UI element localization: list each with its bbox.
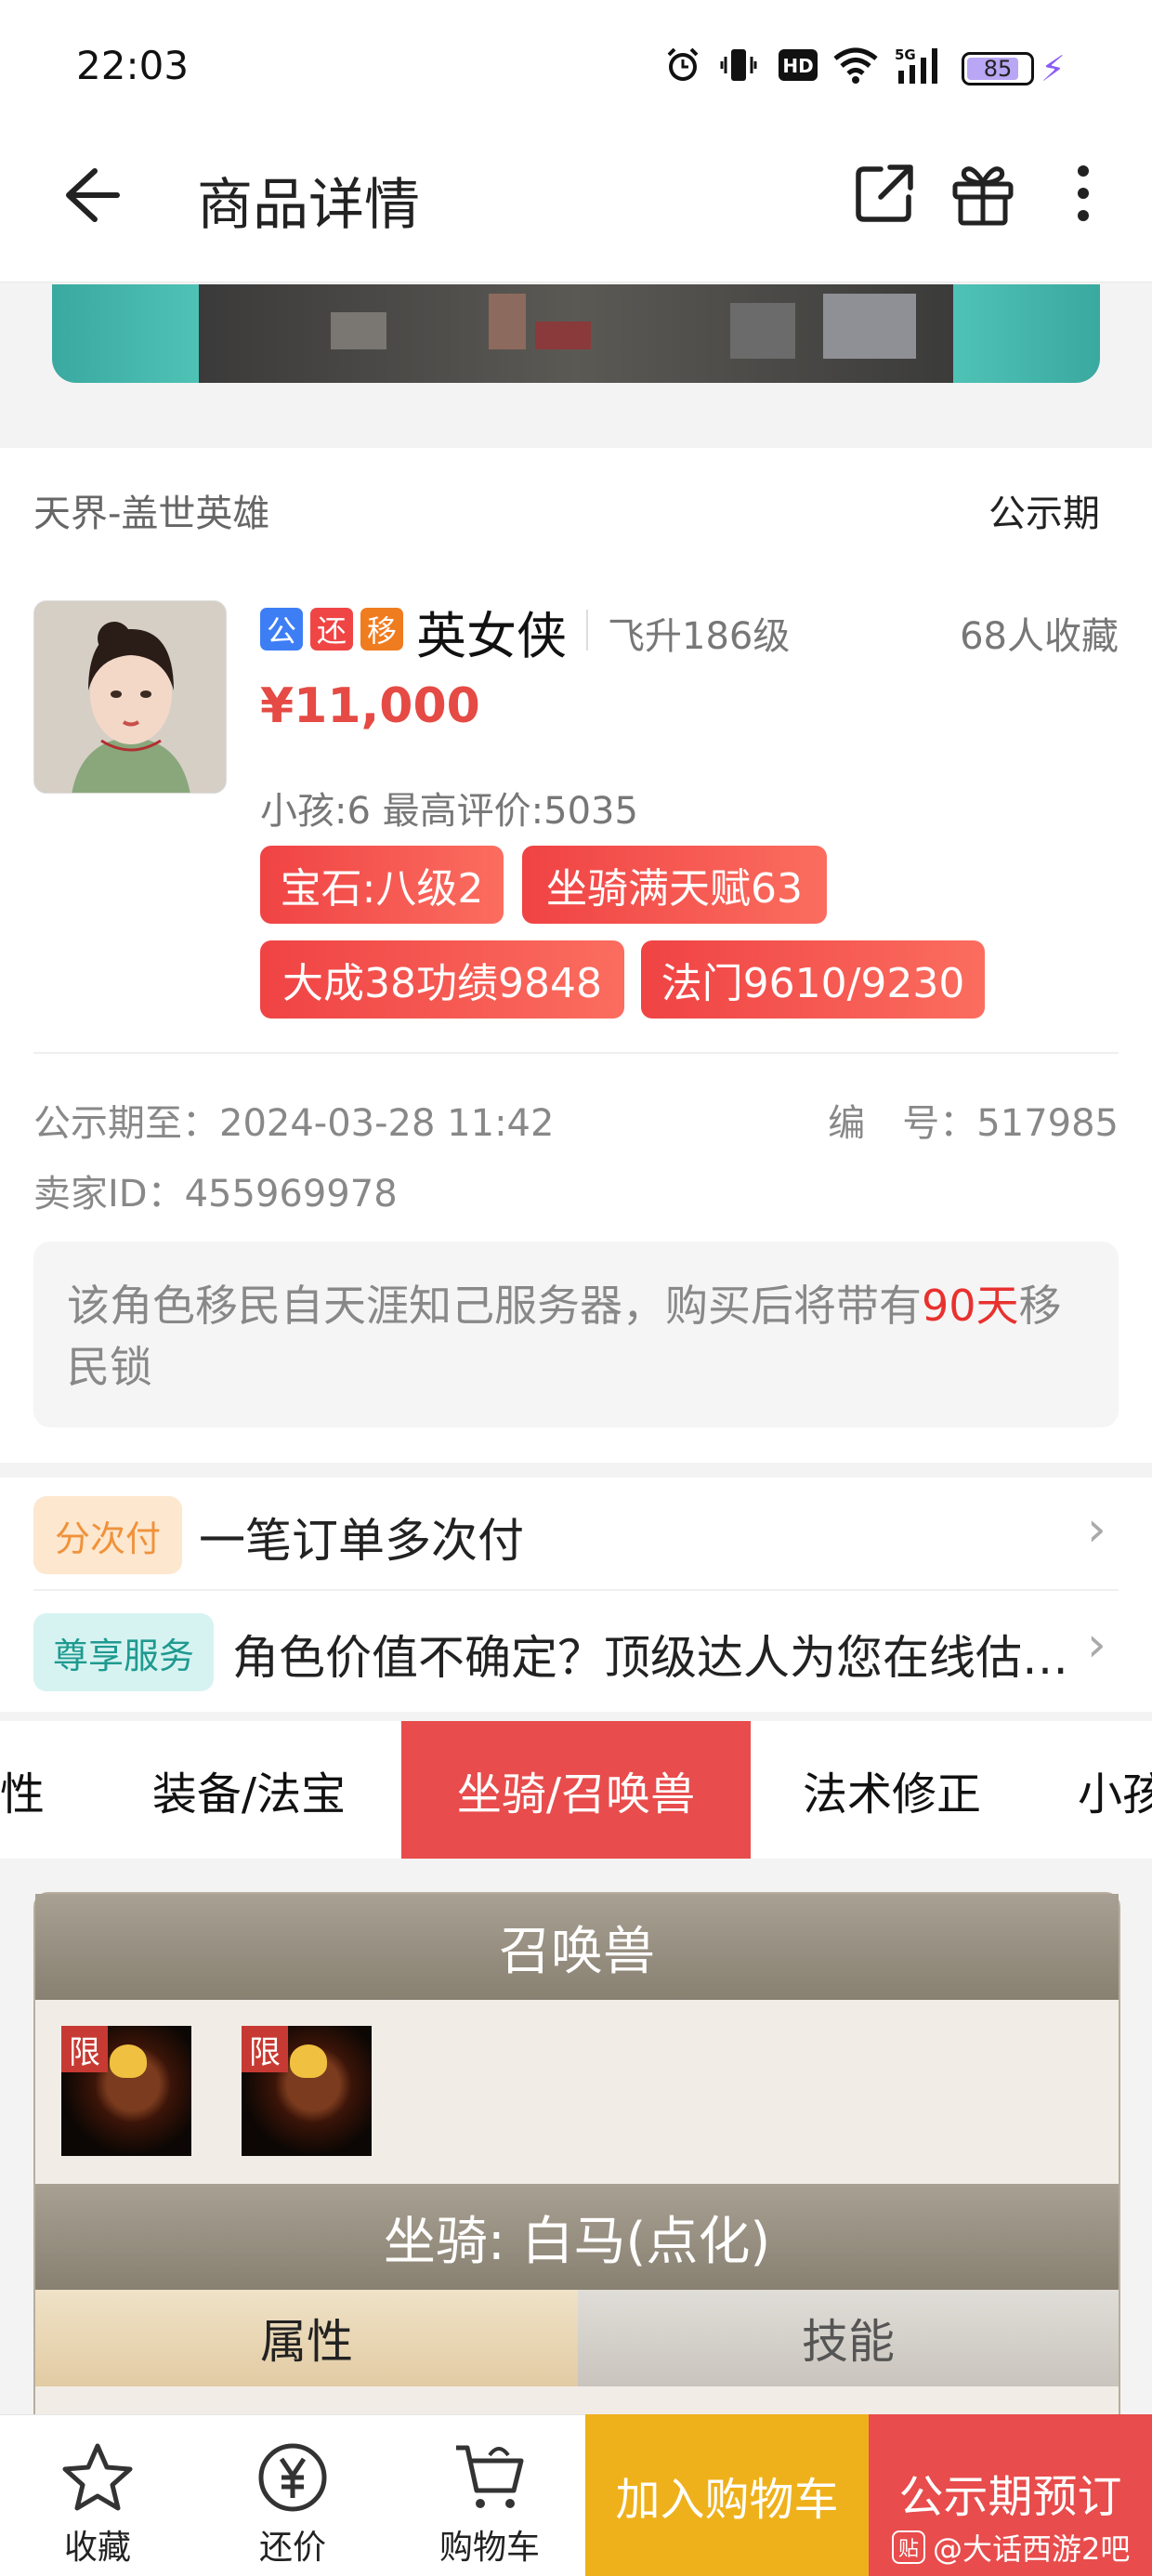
battery-indicator: 85 [962, 52, 1034, 85]
product-banner-image[interactable] [52, 284, 1100, 383]
charging-icon: ⚡ [1041, 48, 1066, 89]
premium-service-badge: 尊享服务 [33, 1613, 214, 1691]
tab-attributes[interactable]: 性 [0, 1721, 56, 1859]
svg-text:5G: 5G [895, 46, 916, 63]
character-avatar[interactable] [33, 600, 227, 794]
installment-text: 一笔订单多次付 [199, 1514, 524, 1568]
listing-status: 公示期 [988, 493, 1100, 535]
vibrate-icon [719, 45, 758, 85]
chevron-right-icon: › [1087, 1502, 1106, 1557]
share-button[interactable] [853, 162, 916, 225]
tieba-icon: 贴 [892, 2530, 925, 2564]
watermark: 贴 @大话西游2吧 [892, 2526, 1130, 2569]
favorite-button[interactable]: 收藏 [19, 2414, 177, 2576]
tab-equipment[interactable]: 装备/法宝 [121, 1721, 377, 1859]
promo-divider [33, 1589, 1119, 1591]
limit-badge: 限 [61, 2026, 108, 2072]
tag-migrated: 移 [360, 608, 403, 651]
subtab-attributes[interactable]: 属性 [35, 2290, 578, 2386]
section-divider [33, 1052, 1119, 1054]
star-icon [60, 2440, 135, 2515]
price: ¥11,000 [260, 678, 480, 734]
listing-number: 编 号：517985 [828, 1102, 1119, 1145]
svg-text:HD: HD [782, 55, 813, 77]
subtab-skills[interactable]: 技能 [578, 2290, 1119, 2386]
mount-header: 坐骑: 白马(点化) [35, 2184, 1119, 2290]
character-name: 英女侠 [416, 607, 567, 665]
pet-thumbnail[interactable]: 限 [242, 2026, 372, 2156]
character-stats: 小孩:6 最高评价:5035 [260, 790, 638, 833]
chevron-right-icon: › [1087, 1617, 1106, 1673]
tag-bargain: 还 [310, 608, 353, 651]
pets-header: 召唤兽 [35, 1894, 1119, 2000]
pet-thumbnail[interactable]: 限 [61, 2026, 191, 2156]
tab-mounts-pets[interactable]: 坐骑/召唤兽 [401, 1721, 751, 1859]
favorite-label: 收藏 [63, 2529, 131, 2567]
tag-public: 公 [260, 608, 303, 651]
hd-icon: HD [777, 45, 819, 85]
cart-label: 购物车 [439, 2529, 540, 2567]
add-to-cart-button[interactable]: 加入购物车 [585, 2414, 869, 2576]
pet-figure [290, 2044, 327, 2078]
installment-badge: 分次付 [33, 1496, 182, 1574]
watermark-text: @大话西游2吧 [933, 2531, 1131, 2567]
appraisal-text: 角色价值不确定？顶级达人为您在线估… [232, 1631, 1068, 1685]
tab-children[interactable]: 小孩 [1078, 1721, 1152, 1859]
pets-list [35, 2000, 1119, 2184]
seller-id: 卖家ID：455969978 [33, 1173, 398, 1216]
server-name: 天界-盖世英雄 [33, 493, 270, 535]
gift-button[interactable] [949, 160, 1016, 227]
highlight-gem: 宝石:八级2 [260, 846, 504, 924]
yen-icon [255, 2440, 330, 2515]
page-title: 商品详情 [197, 174, 420, 236]
name-divider [586, 610, 588, 651]
back-button[interactable] [58, 158, 123, 232]
shopping-cart-icon [452, 2440, 527, 2515]
limit-badge: 限 [242, 2026, 288, 2072]
signal-5g-icon: 5G [892, 45, 948, 85]
character-level: 飞升186级 [608, 615, 791, 658]
public-period-end: 公示期至：2024-03-28 11:42 [33, 1102, 555, 1145]
more-menu-button[interactable] [1067, 160, 1100, 227]
pet-figure [110, 2044, 147, 2078]
highlight-dharma: 法门9610/9230 [641, 940, 985, 1019]
favorites-count: 68人收藏 [960, 615, 1119, 658]
bargain-button[interactable]: 还价 [214, 2414, 372, 2576]
highlight-mount: 坐骑满天赋63 [522, 846, 827, 924]
migration-notice-text: 该角色移民自天涯知己服务器，购买后将带有 [67, 1281, 922, 1331]
wifi-icon [831, 45, 881, 85]
migration-notice: 该角色移民自天涯知己服务器，购买后将带有90天移民锁 [67, 1275, 1098, 1398]
migration-lock-days: 90天 [922, 1281, 1019, 1331]
alarm-icon [661, 45, 704, 85]
cart-button[interactable]: 购物车 [411, 2414, 569, 2576]
status-time: 22:03 [76, 43, 190, 88]
highlight-merit: 大成38功绩9848 [260, 940, 624, 1019]
bargain-label: 还价 [258, 2529, 326, 2567]
battery-percent: 85 [983, 56, 1013, 82]
tab-spell-correction[interactable]: 法术修正 [780, 1721, 1003, 1859]
